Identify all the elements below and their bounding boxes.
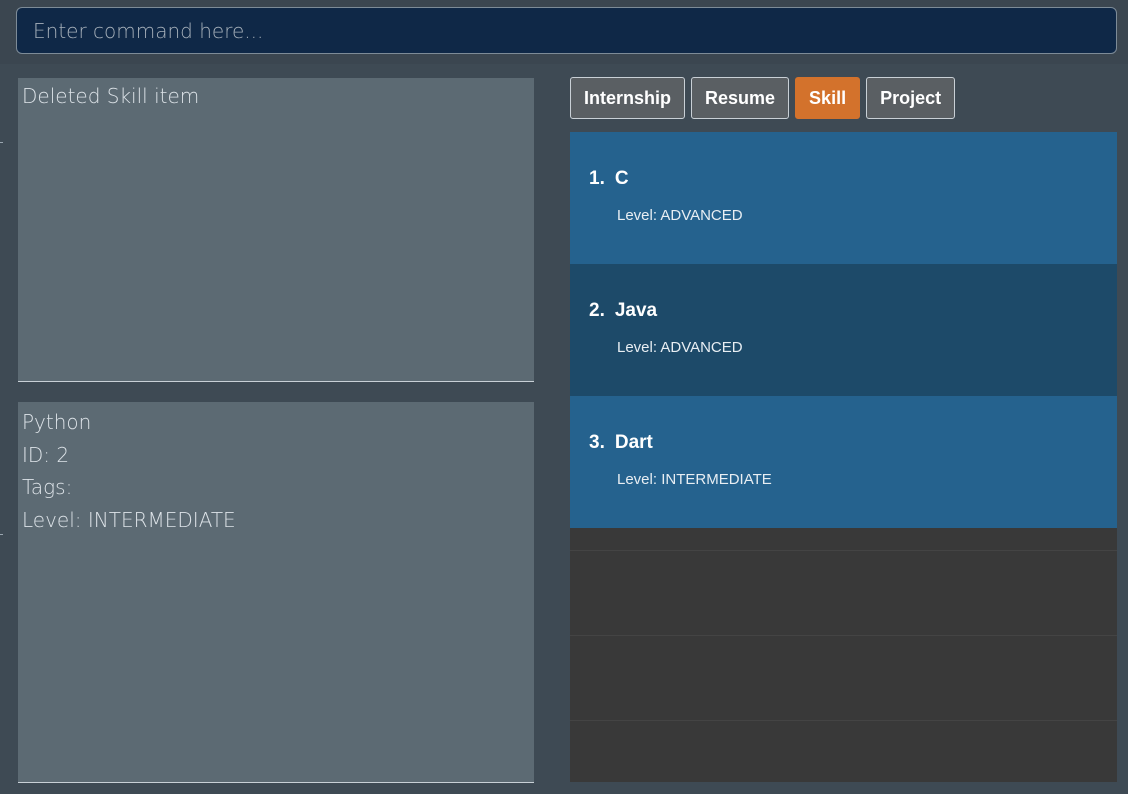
skill-name: Dart <box>614 432 653 453</box>
detail-tags: Tags: <box>22 475 73 499</box>
empty-list-row <box>570 528 1117 550</box>
right-panel: Internship Resume Skill Project 1. C Lev… <box>548 64 1128 794</box>
skill-level: Level: ADVANCED <box>617 207 743 224</box>
item-detail-panel[interactable]: Python ID: 2 Tags: Level: INTERMEDIATE <box>18 402 534 783</box>
tab-resume[interactable]: Resume <box>691 77 790 119</box>
tab-project[interactable]: Project <box>866 77 956 119</box>
skill-list[interactable]: 1. C Level: ADVANCED 2. Java Level: ADVA… <box>570 132 1117 782</box>
command-input[interactable] <box>16 7 1117 54</box>
empty-list-row <box>570 550 1117 635</box>
skill-card[interactable]: 2. Java Level: ADVANCED <box>570 264 1117 396</box>
skill-level: Level: ADVANCED <box>617 339 743 356</box>
detail-id: ID: 2 <box>22 442 70 467</box>
skill-card[interactable]: 1. C Level: ADVANCED <box>570 132 1117 264</box>
detail-level: Level: INTERMEDIATE <box>22 507 236 532</box>
command-bar <box>0 0 1128 64</box>
empty-list-row <box>570 635 1117 720</box>
result-message: Deleted Skill item <box>22 84 200 108</box>
skill-index: 2. <box>589 300 605 321</box>
left-divider-tick <box>0 142 3 143</box>
skill-card[interactable]: 3. Dart Level: INTERMEDIATE <box>570 396 1117 528</box>
tab-bar: Internship Resume Skill Project <box>570 77 956 119</box>
empty-list-row <box>570 720 1117 782</box>
result-display[interactable]: Deleted Skill item <box>18 78 534 382</box>
tab-skill[interactable]: Skill <box>795 77 861 119</box>
skill-index: 3. <box>589 432 605 453</box>
skill-name: Java <box>614 300 658 321</box>
skill-level: Level: INTERMEDIATE <box>617 471 772 488</box>
left-divider-tick <box>0 534 3 535</box>
skill-index: 1. <box>589 168 605 189</box>
skill-name: C <box>614 168 629 189</box>
detail-name: Python <box>22 410 92 434</box>
tab-internship[interactable]: Internship <box>570 77 686 119</box>
left-panel: Deleted Skill item Python ID: 2 Tags: Le… <box>0 64 548 794</box>
